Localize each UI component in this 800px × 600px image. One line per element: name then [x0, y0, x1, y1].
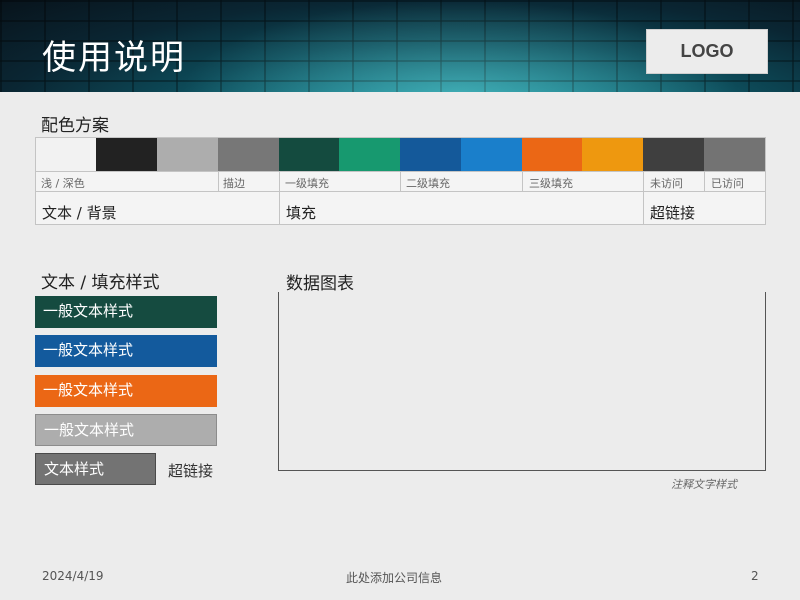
palette-divider: [218, 171, 219, 191]
label-tertiary-fill: 三级填充: [529, 177, 573, 190]
swatch-unvisited: [643, 138, 704, 171]
palette-divider: [400, 171, 401, 191]
text-style-box-dark-green: 一般文本样式: [35, 296, 217, 328]
group-label-text-background: 文本 / 背景: [42, 204, 117, 222]
chart-placeholder-frame: [278, 292, 766, 471]
swatch-visited: [704, 138, 765, 171]
styles-section-title: 文本 / 填充样式: [41, 273, 160, 293]
swatch-gray: [157, 138, 218, 171]
swatch-secondary-dark: [400, 138, 461, 171]
swatch-light: [36, 138, 96, 171]
palette-divider: [36, 191, 765, 192]
footer-date: 2024/4/19: [42, 569, 104, 583]
page-title: 使用说明: [42, 38, 186, 78]
swatch-dark: [96, 138, 157, 171]
swatch-primary-dark: [279, 138, 339, 171]
label-secondary-fill: 二级填充: [406, 177, 450, 190]
chart-section-title: 数据图表: [286, 274, 354, 294]
palette-section-title: 配色方案: [41, 116, 109, 136]
label-light-dark: 浅 / 深色: [41, 177, 85, 190]
annotation-note: 注释文字样式: [671, 478, 737, 491]
logo-placeholder: LOGO: [646, 29, 768, 74]
footer-page-number: 2: [751, 569, 759, 583]
swatch-tertiary-light: [582, 138, 643, 171]
swatch-tertiary-dark: [522, 138, 582, 171]
swatch-primary-light: [339, 138, 400, 171]
palette-divider: [522, 171, 523, 191]
group-label-fill: 填充: [286, 204, 317, 222]
text-style-box-light-gray: 一般文本样式: [35, 414, 217, 446]
swatch-secondary-light: [461, 138, 522, 171]
palette-divider: [643, 171, 644, 224]
palette-divider: [279, 171, 280, 224]
swatch-stroke: [218, 138, 279, 171]
header-banner: 使用说明 LOGO: [0, 0, 800, 92]
palette-divider: [704, 171, 705, 191]
label-unvisited: 未访问: [650, 177, 683, 190]
label-stroke: 描边: [223, 177, 245, 190]
footer-company-info: 此处添加公司信息: [346, 571, 443, 585]
text-style-box-gray: 文本样式: [35, 453, 156, 485]
text-style-box-blue: 一般文本样式: [35, 335, 217, 367]
label-primary-fill: 一级填充: [285, 177, 329, 190]
group-label-hyperlink[interactable]: 超链接: [650, 202, 695, 223]
color-palette-table: 浅 / 深色 描边 一级填充 二级填充 三级填充 未访问 已访问 文本 / 背景…: [35, 137, 766, 225]
text-style-box-orange: 一般文本样式: [35, 375, 217, 407]
hyperlink-sample[interactable]: 超链接: [168, 460, 213, 481]
label-visited: 已访问: [711, 177, 744, 190]
